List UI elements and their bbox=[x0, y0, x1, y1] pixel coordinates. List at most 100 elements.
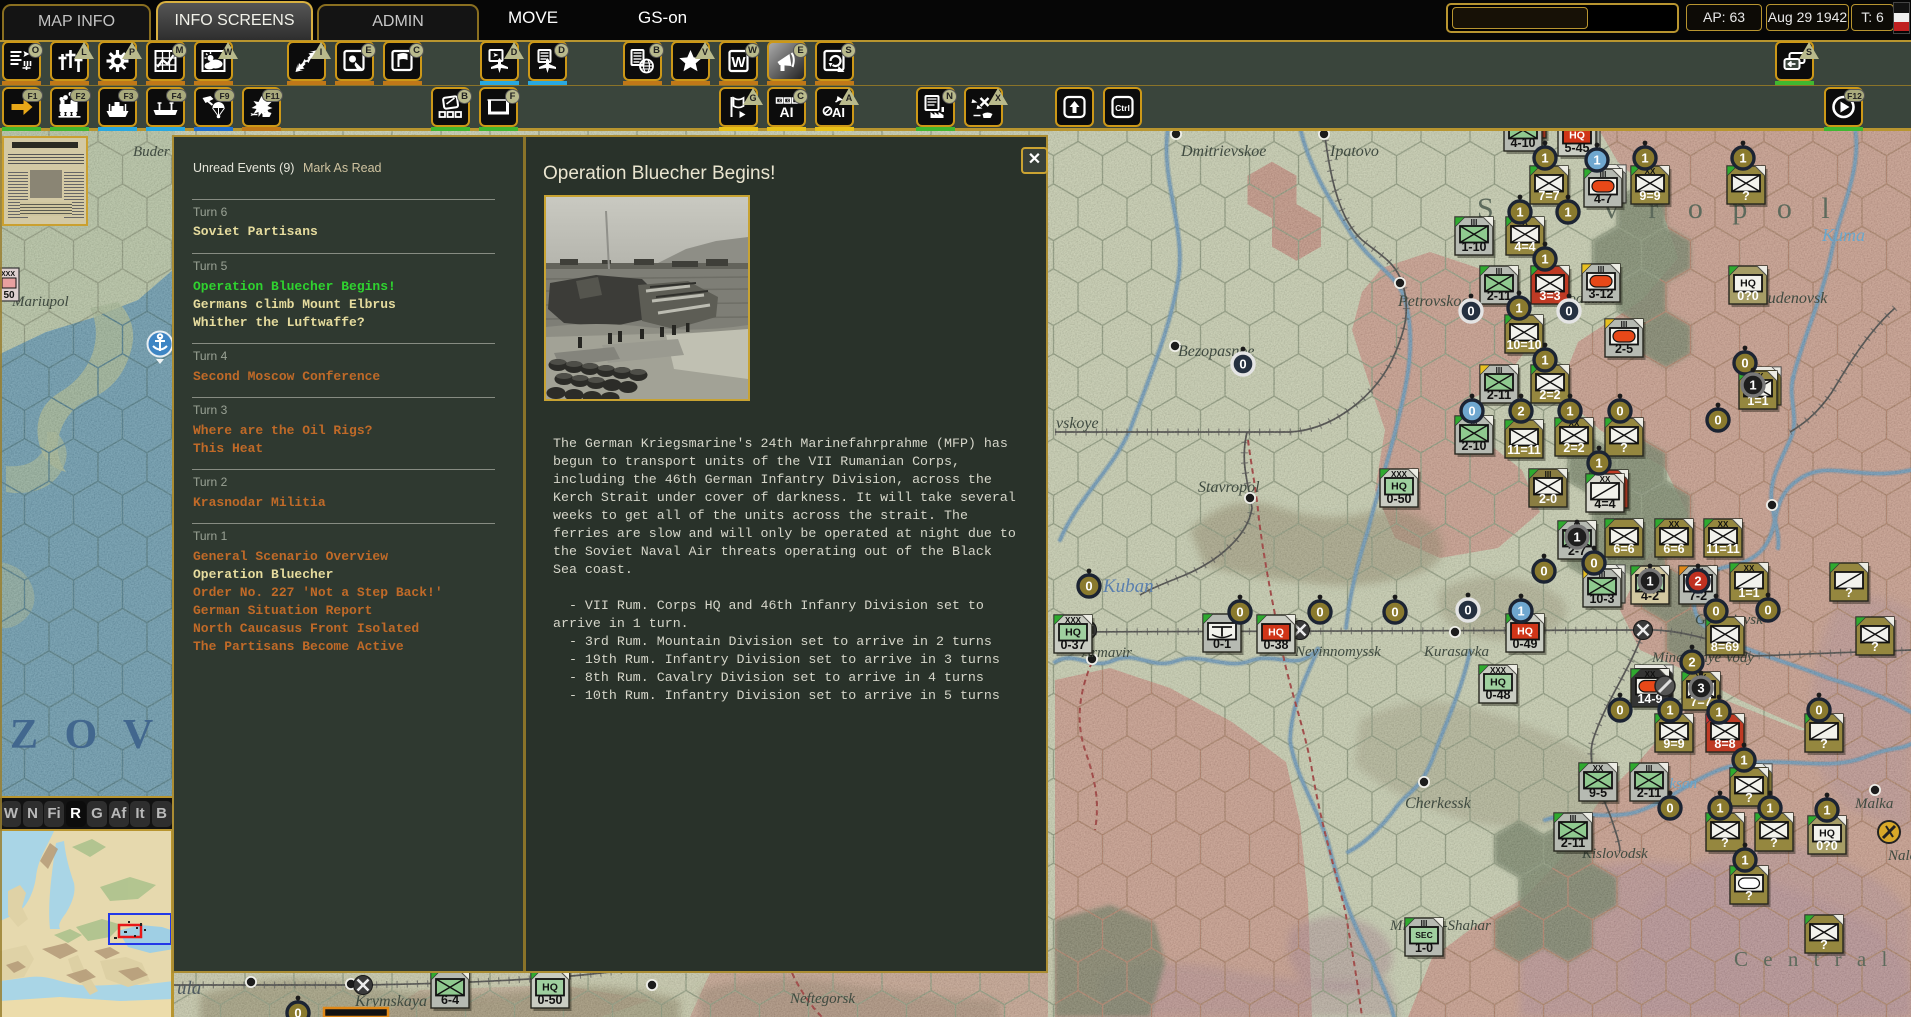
svg-text:1: 1 bbox=[1517, 604, 1524, 619]
svg-text:0: 0 bbox=[1590, 556, 1597, 571]
svg-text:0-37: 0-37 bbox=[1060, 638, 1085, 652]
svg-text:1-0: 1-0 bbox=[1415, 941, 1433, 955]
svg-text:1: 1 bbox=[1593, 153, 1600, 168]
svg-text:0: 0 bbox=[1616, 703, 1623, 718]
svg-text:2-10: 2-10 bbox=[1461, 439, 1486, 453]
svg-text:8=8: 8=8 bbox=[1714, 737, 1735, 751]
svg-text:HQ: HQ bbox=[1268, 627, 1284, 639]
svg-text:1: 1 bbox=[1716, 801, 1723, 816]
svg-text:3: 3 bbox=[1697, 681, 1704, 696]
svg-text:AI: AI bbox=[832, 105, 845, 120]
svg-text:1: 1 bbox=[1516, 205, 1523, 220]
svg-text:0: 0 bbox=[1468, 404, 1475, 419]
svg-text:0: 0 bbox=[1565, 304, 1572, 319]
svg-text:vskoye: vskoye bbox=[1056, 415, 1099, 432]
svg-text:2-0: 2-0 bbox=[1539, 492, 1557, 506]
svg-text:0-38: 0-38 bbox=[1263, 638, 1288, 652]
svg-text:?: ? bbox=[1721, 836, 1729, 850]
svg-text:0-48: 0-48 bbox=[1485, 688, 1510, 702]
svg-text:0-1: 0-1 bbox=[1213, 637, 1231, 651]
svg-text:?: ? bbox=[1820, 938, 1828, 952]
svg-text:Neftegorsk: Neftegorsk bbox=[789, 991, 855, 1007]
svg-text:1: 1 bbox=[1541, 252, 1548, 267]
svg-text:?: ? bbox=[1745, 791, 1753, 805]
svg-text:0: 0 bbox=[1815, 703, 1822, 718]
svg-text:1: 1 bbox=[1666, 703, 1673, 718]
svg-text:?: ? bbox=[1745, 889, 1753, 903]
svg-text:2-11: 2-11 bbox=[1487, 388, 1511, 402]
svg-text:Kuban: Kuban bbox=[1102, 576, 1154, 597]
svg-text:HQ: HQ bbox=[1740, 278, 1756, 290]
svg-text:0: 0 bbox=[1391, 605, 1398, 620]
svg-text:Stavropol: Stavropol bbox=[1198, 479, 1260, 496]
svg-text:Kurasavka: Kurasavka bbox=[1423, 644, 1489, 660]
svg-text:1: 1 bbox=[1566, 404, 1573, 419]
svg-text:HQ: HQ bbox=[1517, 626, 1533, 638]
svg-text:1: 1 bbox=[1740, 753, 1747, 768]
svg-text:1: 1 bbox=[1766, 801, 1773, 816]
svg-text:Dmitrievskoe: Dmitrievskoe bbox=[1180, 143, 1266, 160]
svg-text:11=11: 11=11 bbox=[1507, 443, 1541, 457]
svg-text:1: 1 bbox=[1715, 705, 1722, 720]
svg-text:2-11: 2-11 bbox=[1487, 289, 1511, 303]
svg-text:Malka: Malka bbox=[1854, 796, 1893, 812]
svg-text:2-5: 2-5 bbox=[1615, 342, 1633, 356]
svg-text:Nevinnomyssk: Nevinnomyssk bbox=[1294, 644, 1381, 660]
svg-text:HQ: HQ bbox=[1569, 130, 1585, 142]
svg-text:Ctrl: Ctrl bbox=[1115, 103, 1130, 113]
svg-text:1: 1 bbox=[1641, 151, 1648, 166]
svg-text:HQ: HQ bbox=[1819, 828, 1835, 840]
svg-text:1: 1 bbox=[1595, 456, 1602, 471]
svg-text:1: 1 bbox=[1541, 151, 1548, 166]
svg-text:Ipatovo: Ipatovo bbox=[1329, 143, 1379, 160]
svg-text:6-4: 6-4 bbox=[441, 993, 459, 1007]
svg-text:9-5: 9-5 bbox=[1589, 786, 1607, 800]
svg-text:2: 2 bbox=[1694, 574, 1701, 589]
svg-text:0: 0 bbox=[1316, 605, 1323, 620]
svg-text:0?0: 0?0 bbox=[1816, 839, 1838, 853]
svg-text:4=4: 4=4 bbox=[1514, 240, 1535, 254]
svg-text:SEC: SEC bbox=[1415, 930, 1432, 940]
svg-text:7=7: 7=7 bbox=[1538, 189, 1559, 203]
svg-text:4=4: 4=4 bbox=[1594, 497, 1615, 511]
svg-text:Buder: Buder bbox=[133, 144, 170, 160]
svg-text:?: ? bbox=[1820, 737, 1828, 751]
svg-text:2=2: 2=2 bbox=[1539, 388, 1560, 402]
svg-text:Mariupol: Mariupol bbox=[11, 294, 69, 310]
svg-text:1: 1 bbox=[1823, 803, 1830, 818]
svg-text:AI: AI bbox=[780, 104, 794, 120]
svg-text:0: 0 bbox=[1464, 603, 1471, 618]
svg-text:1: 1 bbox=[1739, 151, 1746, 166]
svg-text:1=1: 1=1 bbox=[1738, 586, 1759, 600]
svg-text:0: 0 bbox=[1236, 605, 1243, 620]
svg-text:0-50: 0-50 bbox=[537, 993, 562, 1007]
svg-text:1: 1 bbox=[1573, 530, 1580, 545]
svg-text:2: 2 bbox=[1517, 404, 1524, 419]
svg-text:0: 0 bbox=[1666, 801, 1673, 816]
svg-text:9=9: 9=9 bbox=[1639, 189, 1660, 203]
svg-text:2=2: 2=2 bbox=[1563, 441, 1584, 455]
svg-text:HQ: HQ bbox=[1065, 627, 1081, 639]
svg-text:0?0: 0?0 bbox=[1737, 289, 1759, 303]
svg-text:11=11: 11=11 bbox=[1706, 542, 1740, 556]
svg-text:10=10: 10=10 bbox=[1506, 338, 1541, 352]
svg-text:1: 1 bbox=[1515, 301, 1522, 316]
svg-text:0: 0 bbox=[1764, 603, 1771, 618]
svg-text:HQ: HQ bbox=[1490, 677, 1506, 689]
svg-text:Petrovskoe: Petrovskoe bbox=[1397, 293, 1468, 310]
svg-text:0-49: 0-49 bbox=[1512, 637, 1537, 651]
svg-text:4-7: 4-7 bbox=[1594, 192, 1612, 206]
svg-text:Nalc: Nalc bbox=[1887, 848, 1911, 864]
svg-text:?: ? bbox=[1871, 640, 1879, 654]
svg-text:2: 2 bbox=[1688, 655, 1695, 670]
svg-text:?: ? bbox=[1845, 586, 1853, 600]
svg-text:W: W bbox=[731, 54, 746, 71]
svg-text:Z O V: Z O V bbox=[10, 712, 161, 758]
svg-text:0: 0 bbox=[1714, 413, 1721, 428]
svg-text:HQ: HQ bbox=[1391, 481, 1407, 493]
svg-text:6=6: 6=6 bbox=[1613, 542, 1634, 556]
svg-text:XXX: XXX bbox=[1, 271, 15, 278]
svg-text:1: 1 bbox=[1646, 574, 1653, 589]
svg-text:Kuma: Kuma bbox=[1821, 225, 1865, 245]
svg-text:0: 0 bbox=[1712, 604, 1719, 619]
